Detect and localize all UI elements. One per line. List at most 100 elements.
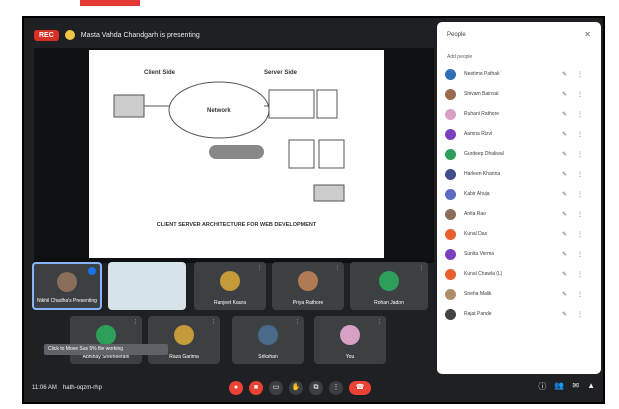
mic-icon[interactable]: ✎ [562,211,567,218]
captions-icon[interactable]: ▭ [269,381,283,395]
participant-name: Neetima Pathak [464,71,500,77]
mic-icon[interactable]: ✎ [562,251,567,258]
participant-row[interactable]: Neetima Pathak ✎ ⋮ [445,64,593,84]
add-people-button[interactable]: Add people [447,54,472,60]
tile-3[interactable]: ⋮ Priya Rathore [272,262,344,310]
more-icon[interactable]: ⋮ [133,319,138,325]
tile-4[interactable]: ⋮ Rohan Jadon [350,262,428,310]
participant-row[interactable]: Anita Rao ✎ ⋮ [445,204,593,224]
avatar [298,271,318,292]
clock: 11:06 AM [32,385,57,391]
camera-off-icon[interactable]: ■ [249,381,263,395]
avatar [445,88,456,100]
more-icon[interactable]: ⋮ [577,71,583,78]
presenting-icon [64,30,75,40]
tile-5[interactable]: ⋮ Abhinay Sreeneerani [70,316,142,364]
participant-row[interactable]: Ruhani Rathore ✎ ⋮ [445,104,593,124]
avatar [445,68,456,80]
more-icon[interactable]: ⋮ [295,319,300,325]
more-icon[interactable]: ⋮ [577,171,583,178]
info-icon[interactable]: ⓘ [538,381,546,392]
more-icon[interactable]: ⋮ [577,111,583,118]
more-icon[interactable]: ⋮ [335,265,340,271]
toast-message: Click to Move Sus 5% file working [44,344,168,355]
avatar [379,271,399,292]
participant-row[interactable]: Sunita Verma ✎ ⋮ [445,244,593,264]
mic-icon[interactable]: ✎ [562,311,567,318]
more-icon[interactable]: ⋮ [577,151,583,158]
participant-row[interactable]: Gurdeep Dhaliwal ✎ ⋮ [445,144,593,164]
mic-icon[interactable]: ✎ [562,151,567,158]
more-icon[interactable]: ⋮ [577,291,583,298]
mic-icon[interactable]: ✎ [562,291,567,298]
mic-icon[interactable]: ✎ [562,131,567,138]
tile-name: Rohan Jadon [374,300,404,306]
tile-7[interactable]: ⋮ Srikshan [232,316,304,364]
tile-2[interactable]: ⋮ Ranjeet Kaura [194,262,266,310]
people-icon[interactable]: 👥 [554,381,564,392]
mic-off-icon[interactable]: ● [229,381,243,395]
tile-0[interactable]: Nikhil Chadha's Presenting [32,262,102,310]
mic-icon[interactable]: ✎ [562,191,567,198]
participant-row[interactable]: Shivam Bainsal ✎ ⋮ [445,84,593,104]
more-icon[interactable]: ⋮ [577,311,583,318]
participant-row[interactable]: Kunal Chawla (L) ✎ ⋮ [445,264,593,284]
more-icon[interactable]: ⋮ [577,211,583,218]
participant-name: Ruhani Rathore [464,111,500,117]
mic-icon[interactable]: ✎ [562,111,567,118]
more-icon[interactable]: ⋮ [377,319,382,325]
participant-row[interactable]: Kabir Ahuja ✎ ⋮ [445,184,593,204]
more-icon[interactable]: ⋮ [211,319,216,325]
tile-name: Srikshan [258,354,278,360]
participant-name: Shivam Bainsal [464,91,499,97]
avatar [445,148,456,160]
avatar [445,288,456,300]
participant-row[interactable]: Harleen Khanna ✎ ⋮ [445,164,593,184]
mic-icon[interactable]: ✎ [562,271,567,278]
close-icon[interactable]: ✕ [584,30,591,39]
chat-icon[interactable]: ✉ [572,381,579,392]
mic-icon[interactable]: ✎ [562,91,567,98]
more-options-icon[interactable]: ⋮ [329,381,343,395]
avatar [445,128,456,140]
more-icon[interactable]: ⋮ [577,191,583,198]
participant-name: Kunal Das [464,231,488,237]
participant-list: Neetima Pathak ✎ ⋮ Shivam Bainsal ✎ ⋮ Ruhani… [445,64,593,324]
participant-name: Kabir Ahuja [464,191,490,197]
avatar [445,168,456,180]
shared-slide: Client Side Server Side Network CLIENT S… [89,50,384,258]
more-icon[interactable]: ⋮ [577,251,583,258]
more-icon[interactable]: ⋮ [257,265,262,271]
tile-name: Ranjeet Kaura [214,300,246,306]
avatar [445,308,456,320]
recording-badge: REC [34,29,59,41]
participant-row[interactable]: Kunal Das ✎ ⋮ [445,224,593,244]
tile-1[interactable] [108,262,186,310]
participant-row[interactable]: Sneha Malik ✎ ⋮ [445,284,593,304]
avatar [445,268,456,280]
raise-hand-icon[interactable]: ✋ [289,381,303,395]
bottom-bar: 11:06 AM hath-oqzm-rhp ● ■ ▭ ✋ ⧉ ⋮ ☎ ⓘ 👥… [24,374,603,402]
mic-icon[interactable]: ✎ [562,71,567,78]
mic-icon[interactable]: ✎ [562,171,567,178]
participant-name: Rajat Pande [464,311,492,317]
leave-call-button[interactable]: ☎ [349,381,371,395]
more-icon[interactable]: ⋮ [577,271,583,278]
tile-name: Priya Rathore [292,300,324,306]
present-icon[interactable]: ⧉ [309,381,323,395]
tile-8[interactable]: ⋮ You [314,316,386,364]
more-icon[interactable]: ⋮ [419,265,424,271]
tile-6[interactable]: ⋮ Raza Garima [148,316,220,364]
avatar [445,108,456,120]
call-controls: ● ■ ▭ ✋ ⧉ ⋮ ☎ [229,381,371,395]
meeting-code: hath-oqzm-rhp [62,385,102,391]
participant-row[interactable]: Rajat Pande ✎ ⋮ [445,304,593,324]
avatar [340,325,360,346]
more-icon[interactable]: ⋮ [577,91,583,98]
more-icon[interactable]: ⋮ [577,231,583,238]
participant-row[interactable]: Aamna Rizvi ✎ ⋮ [445,124,593,144]
avatar [96,325,116,346]
mic-icon[interactable]: ✎ [562,231,567,238]
more-icon[interactable]: ⋮ [577,131,583,138]
activities-icon[interactable]: ▲ [587,381,595,392]
